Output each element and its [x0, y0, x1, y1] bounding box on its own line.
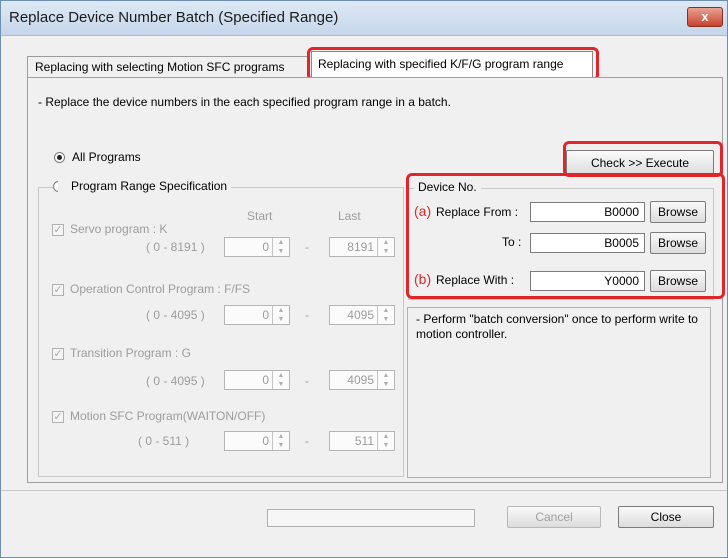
- motion-sfc-start-spinner[interactable]: 0 ▲ ▼: [224, 431, 290, 451]
- marker-b: (b): [414, 271, 432, 287]
- range-dash: -: [305, 240, 309, 254]
- motion-sfc-last-value[interactable]: 511: [355, 434, 374, 448]
- range-dash: -: [305, 308, 309, 322]
- operation-control-checkbox[interactable]: ✓: [52, 284, 64, 296]
- all-programs-radio[interactable]: [54, 152, 65, 163]
- range-dash: -: [305, 374, 309, 388]
- marker-a: (a): [414, 203, 432, 219]
- start-header: Start: [247, 209, 273, 223]
- transition-last-value[interactable]: 4095: [347, 373, 374, 387]
- note-box: - Perform "batch conversion" once to per…: [407, 307, 711, 478]
- transition-program-checkbox[interactable]: ✓: [52, 348, 64, 360]
- replace-from-field[interactable]: B0000: [530, 202, 645, 222]
- replace-with-field[interactable]: Y0000: [530, 271, 645, 291]
- servo-start-spinner[interactable]: 0 ▲ ▼: [224, 237, 290, 257]
- servo-start-value[interactable]: 0: [262, 240, 269, 254]
- tab-specified-range[interactable]: Replacing with specified K/F/G program r…: [311, 51, 593, 78]
- range-spec-label[interactable]: Program Range Specification: [58, 179, 232, 193]
- footer-divider: [1, 490, 727, 491]
- transition-start-value[interactable]: 0: [262, 373, 269, 387]
- servo-program-range: ( 0 - 8191 ): [146, 240, 205, 254]
- title-bar[interactable]: Replace Device Number Batch (Specified R…: [1, 1, 727, 36]
- motion-sfc-checkbox[interactable]: ✓: [52, 411, 64, 423]
- device-group-label: Device No.: [414, 180, 481, 194]
- description-text: - Replace the device numbers in the each…: [38, 95, 451, 109]
- operation-last-spinner[interactable]: 4095 ▲ ▼: [329, 305, 395, 325]
- servo-program-checkbox[interactable]: ✓: [52, 224, 64, 236]
- operation-start-value[interactable]: 0: [262, 308, 269, 322]
- transition-start-spinner[interactable]: 0 ▲ ▼: [224, 370, 290, 390]
- window-title: Replace Device Number Batch (Specified R…: [9, 9, 339, 26]
- operation-last-value[interactable]: 4095: [347, 308, 374, 322]
- check-execute-button[interactable]: Check >> Execute: [566, 150, 714, 176]
- motion-sfc-label: Motion SFC Program(WAITON/OFF): [70, 409, 266, 423]
- operation-control-label: Operation Control Program : F/FS: [70, 282, 251, 296]
- last-header: Last: [338, 209, 361, 223]
- browse-from-button[interactable]: Browse: [650, 201, 706, 223]
- cancel-button[interactable]: Cancel: [507, 506, 601, 528]
- motion-sfc-range: ( 0 - 511 ): [138, 434, 190, 448]
- spinner-arrows-icon[interactable]: ▲ ▼: [272, 371, 289, 389]
- transition-program-label: Transition Program : G: [70, 346, 191, 360]
- servo-program-label: Servo program : K: [70, 222, 168, 236]
- operation-start-spinner[interactable]: 0 ▲ ▼: [224, 305, 290, 325]
- spinner-arrows-icon[interactable]: ▲ ▼: [377, 432, 394, 450]
- transition-program-range: ( 0 - 4095 ): [146, 374, 205, 388]
- transition-last-spinner[interactable]: 4095 ▲ ▼: [329, 370, 395, 390]
- all-programs-label[interactable]: All Programs: [72, 150, 141, 164]
- spinner-arrows-icon[interactable]: ▲ ▼: [272, 432, 289, 450]
- progress-bar: [267, 509, 475, 527]
- replace-from-label: Replace From :: [436, 205, 519, 219]
- dialog-window: Replace Device Number Batch (Specified R…: [0, 0, 728, 558]
- spinner-arrows-icon[interactable]: ▲ ▼: [272, 238, 289, 256]
- to-label: To :: [502, 235, 522, 249]
- spinner-arrows-icon[interactable]: ▲ ▼: [377, 371, 394, 389]
- close-window-button[interactable]: x: [687, 7, 723, 27]
- servo-last-spinner[interactable]: 8191 ▲ ▼: [329, 237, 395, 257]
- servo-last-value[interactable]: 8191: [347, 240, 374, 254]
- motion-sfc-last-spinner[interactable]: 511 ▲ ▼: [329, 431, 395, 451]
- close-icon[interactable]: x: [701, 9, 708, 24]
- operation-control-range: ( 0 - 4095 ): [146, 308, 205, 322]
- spinner-arrows-icon[interactable]: ▲ ▼: [272, 306, 289, 324]
- motion-sfc-start-value[interactable]: 0: [262, 434, 269, 448]
- replace-to-field[interactable]: B0005: [530, 233, 645, 253]
- spinner-arrows-icon[interactable]: ▲ ▼: [377, 306, 394, 324]
- spinner-arrows-icon[interactable]: ▲ ▼: [377, 238, 394, 256]
- tab-select-sfc-programs[interactable]: Replacing with selecting Motion SFC prog…: [27, 56, 309, 77]
- browse-with-button[interactable]: Browse: [650, 270, 706, 292]
- browse-to-button[interactable]: Browse: [650, 232, 706, 254]
- range-dash: -: [305, 434, 309, 448]
- close-button[interactable]: Close: [618, 506, 714, 528]
- replace-with-label: Replace With :: [436, 273, 515, 287]
